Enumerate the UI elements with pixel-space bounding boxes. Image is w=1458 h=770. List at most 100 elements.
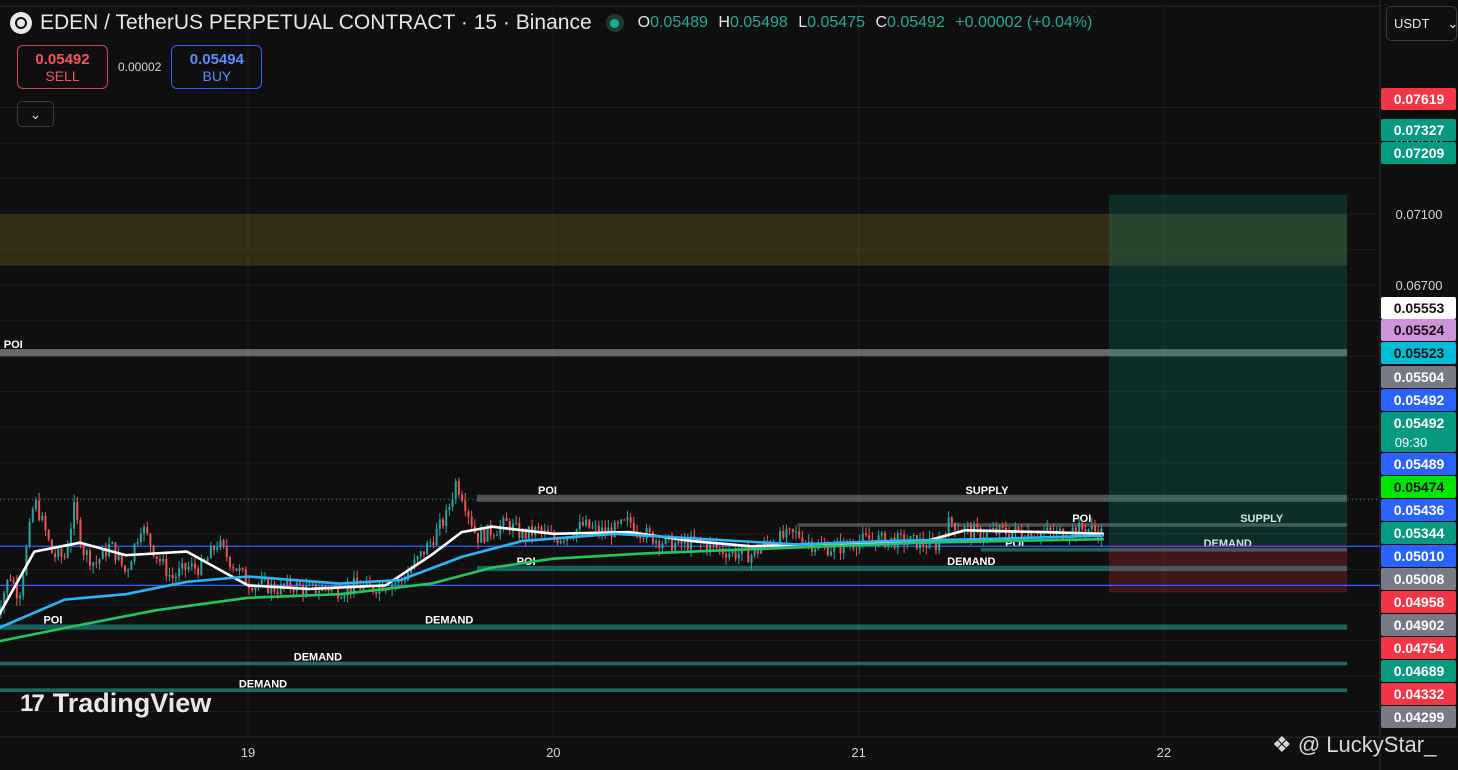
candle-body	[461, 494, 464, 501]
candle-body	[44, 515, 47, 531]
candle-body	[429, 542, 432, 544]
chevron-down-icon: ⌄	[1447, 15, 1458, 31]
price-chart[interactable]: POIPOISUPPLYPOISUPPLYPOIDEMANDPOIDEMANDP…	[0, 0, 1458, 770]
candle-body	[1074, 527, 1077, 536]
price-badge-label: 0.04689	[1394, 663, 1445, 679]
candle-body	[251, 587, 254, 591]
candle-body	[581, 521, 584, 526]
candle-body	[311, 583, 314, 585]
candle-body	[352, 577, 355, 593]
candle-body	[457, 481, 460, 495]
candle-body	[651, 531, 654, 544]
candle-body	[127, 570, 130, 572]
candle-body	[658, 540, 661, 549]
buy-label: BUY	[202, 67, 232, 84]
zone-label: POI	[4, 339, 23, 351]
candle-body	[276, 591, 279, 595]
candle-body	[60, 548, 63, 557]
zone-label: DEMAND	[947, 556, 995, 568]
price-badge-label: 0.05489	[1394, 456, 1445, 472]
price-badge-label: 0.04902	[1394, 617, 1445, 633]
candle-body	[25, 546, 28, 575]
candle-body	[880, 532, 883, 536]
candle-body	[181, 563, 184, 569]
change-value: +0.00002 (+0.04%)	[955, 14, 1093, 31]
zone-rect	[0, 661, 1348, 666]
candle-body	[238, 568, 241, 571]
candle-body	[674, 543, 677, 551]
currency-selector[interactable]: USDT ⌄	[1386, 6, 1458, 41]
candle-body	[642, 537, 645, 539]
sell-button[interactable]: 0.05492 SELL	[17, 45, 108, 89]
candle-body	[543, 530, 546, 532]
candle-body	[419, 551, 422, 557]
candle-body	[521, 530, 524, 539]
tradingview-logo-icon: 17	[20, 689, 45, 717]
candle-body	[279, 583, 282, 595]
candle-body	[89, 550, 92, 566]
candle-body	[725, 553, 728, 558]
candle-body	[302, 585, 305, 595]
spread-value: 0.00002	[118, 60, 162, 74]
candle-body	[219, 540, 222, 548]
candle-body	[556, 539, 559, 544]
candle-body	[496, 534, 499, 536]
candle-body	[950, 517, 953, 523]
candle-body	[899, 533, 902, 535]
price-badge-label: 0.07619	[1394, 91, 1445, 107]
candle-body	[476, 532, 479, 543]
candle-body	[1093, 525, 1096, 532]
candle-body	[298, 582, 301, 586]
candle-body	[435, 528, 438, 545]
candle-body	[111, 542, 114, 544]
candle-body	[979, 527, 982, 540]
candle-body	[76, 502, 79, 520]
candle-body	[750, 555, 753, 563]
candle-body	[788, 528, 791, 530]
candle-body	[235, 568, 238, 571]
candle-body	[537, 527, 540, 529]
candle-body	[158, 558, 161, 562]
candle-body	[527, 526, 530, 539]
candle-body	[1049, 527, 1052, 531]
price-badge-label: 0.05008	[1394, 571, 1445, 587]
collapse-chevron-button[interactable]: ⌄	[17, 101, 54, 127]
candle-body	[868, 535, 871, 540]
price-badge-label: 0.05344	[1394, 525, 1445, 541]
market-status-icon[interactable]	[605, 14, 624, 32]
author-signature: ❖ @ LuckyStar_	[1272, 732, 1436, 758]
symbol-logo-icon[interactable]	[10, 12, 32, 34]
chevron-down-icon: ⌄	[29, 105, 42, 122]
candle-body	[222, 540, 225, 546]
symbol-title[interactable]: EDEN / TetherUS PERPETUAL CONTRACT · 15 …	[40, 11, 592, 35]
candle-body	[375, 591, 378, 594]
candle-body	[1017, 526, 1020, 531]
candle-body	[467, 511, 470, 517]
candle-body	[620, 519, 623, 524]
candle-body	[451, 498, 454, 507]
zone-label: SUPPLY	[965, 485, 1009, 497]
candle-body	[559, 540, 562, 544]
candle-body	[715, 544, 718, 549]
buy-button[interactable]: 0.05494 BUY	[171, 45, 263, 89]
candle-body	[216, 547, 219, 551]
candle-body	[969, 525, 972, 538]
candle-body	[515, 522, 518, 524]
candle-body	[41, 515, 44, 520]
currency-label: USDT	[1394, 16, 1430, 31]
candle-body	[50, 539, 53, 554]
candle-body	[829, 551, 832, 556]
time-tick-label: 19	[241, 745, 255, 760]
candle-body	[57, 548, 60, 557]
candle-body	[28, 521, 31, 547]
candle-body	[454, 481, 457, 499]
price-badge-label: 0.07209	[1394, 145, 1445, 161]
price-badge-label: 0.05492	[1394, 415, 1445, 431]
candle-body	[241, 568, 244, 570]
high-value: 0.05498	[729, 14, 788, 31]
candle-body	[864, 533, 867, 536]
candle-body	[588, 519, 591, 528]
candle-body	[798, 531, 801, 538]
position-target-area	[1108, 194, 1348, 545]
price-badge-label: 0.04299	[1394, 709, 1445, 725]
